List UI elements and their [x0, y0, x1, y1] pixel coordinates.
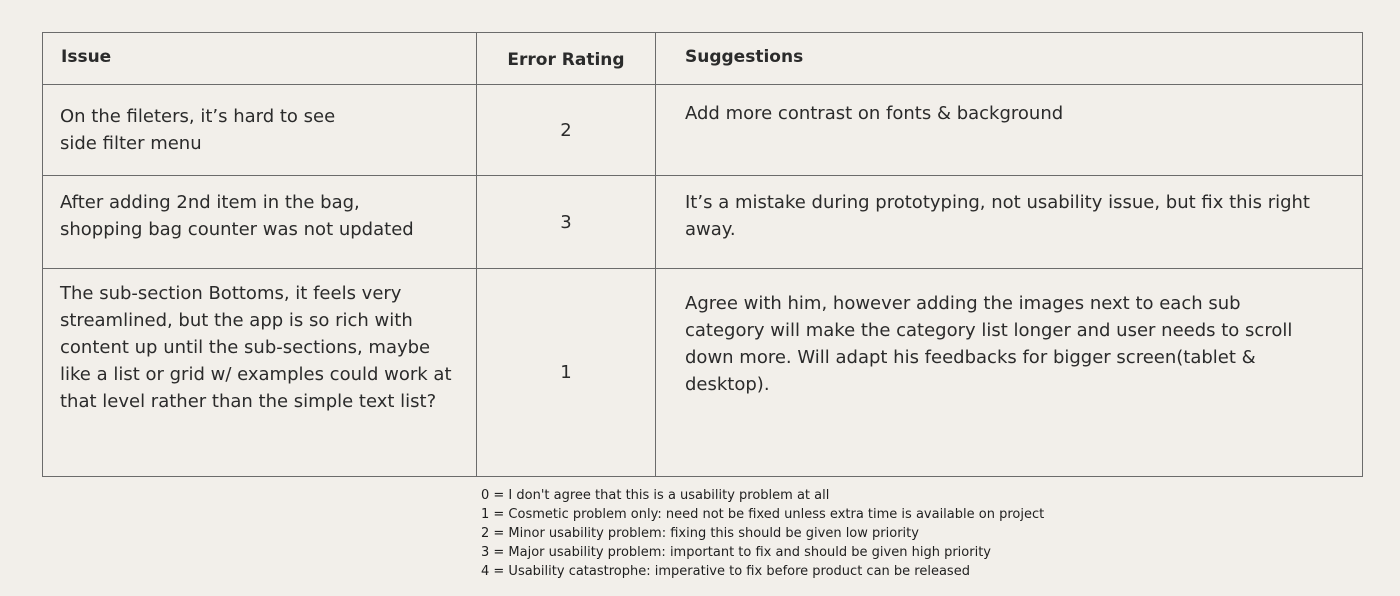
issue-text-line: After adding 2nd item in the bag,	[60, 192, 360, 213]
table-header-row: Issue Error Rating Suggestions	[42, 32, 1363, 85]
error-rating-cell: 1	[476, 268, 656, 477]
error-rating-cell: 2	[476, 84, 656, 176]
table-row: After adding 2nd item in the bag, shoppi…	[42, 175, 1363, 269]
table-row: The sub-section Bottoms, it feels very s…	[42, 268, 1363, 477]
issue-text-line: content up until the sub-sections, maybe	[60, 337, 431, 358]
issue-cell: On the fileters, it’s hard to see side f…	[42, 84, 477, 176]
legend-item: 1 = Cosmetic problem only: need not be f…	[481, 507, 1045, 522]
issue-cell: The sub-section Bottoms, it feels very s…	[42, 268, 477, 477]
legend-item: 2 = Minor usability problem: fixing this…	[481, 526, 919, 541]
rating-scale-legend: 0 = I don't agree that this is a usabili…	[481, 486, 1044, 581]
issue-text-line: The sub-section Bottoms, it feels very	[60, 283, 402, 304]
legend-item: 3 = Major usability problem: important t…	[481, 545, 991, 560]
issue-text-line: side filter menu	[60, 133, 202, 154]
issue-text-line: On the fileters, it’s hard to see	[60, 106, 336, 127]
issue-text-line: shopping bag counter was not updated	[60, 219, 414, 240]
legend-item: 0 = I don't agree that this is a usabili…	[481, 488, 830, 503]
issue-text-line: like a list or grid w/ examples could wo…	[60, 364, 452, 385]
error-rating-cell: 3	[476, 175, 656, 269]
legend-item: 4 = Usability catastrophe: imperative to…	[481, 564, 970, 579]
header-error-rating: Error Rating	[476, 32, 656, 85]
issue-text-line: that level rather than the simple text l…	[60, 391, 437, 412]
table-row: On the fileters, it’s hard to see side f…	[42, 84, 1363, 176]
issue-text-line: streamlined, but the app is so rich with	[60, 310, 413, 331]
suggestion-cell: Agree with him, however adding the image…	[655, 268, 1363, 477]
header-suggestions: Suggestions	[655, 32, 1363, 85]
suggestion-cell: Add more contrast on fonts & background	[655, 84, 1363, 176]
header-issue: Issue	[42, 32, 477, 85]
usability-issues-table: Issue Error Rating Suggestions On the fi…	[42, 32, 1363, 477]
suggestion-cell: It’s a mistake during prototyping, not u…	[655, 175, 1363, 269]
issue-cell: After adding 2nd item in the bag, shoppi…	[42, 175, 477, 269]
